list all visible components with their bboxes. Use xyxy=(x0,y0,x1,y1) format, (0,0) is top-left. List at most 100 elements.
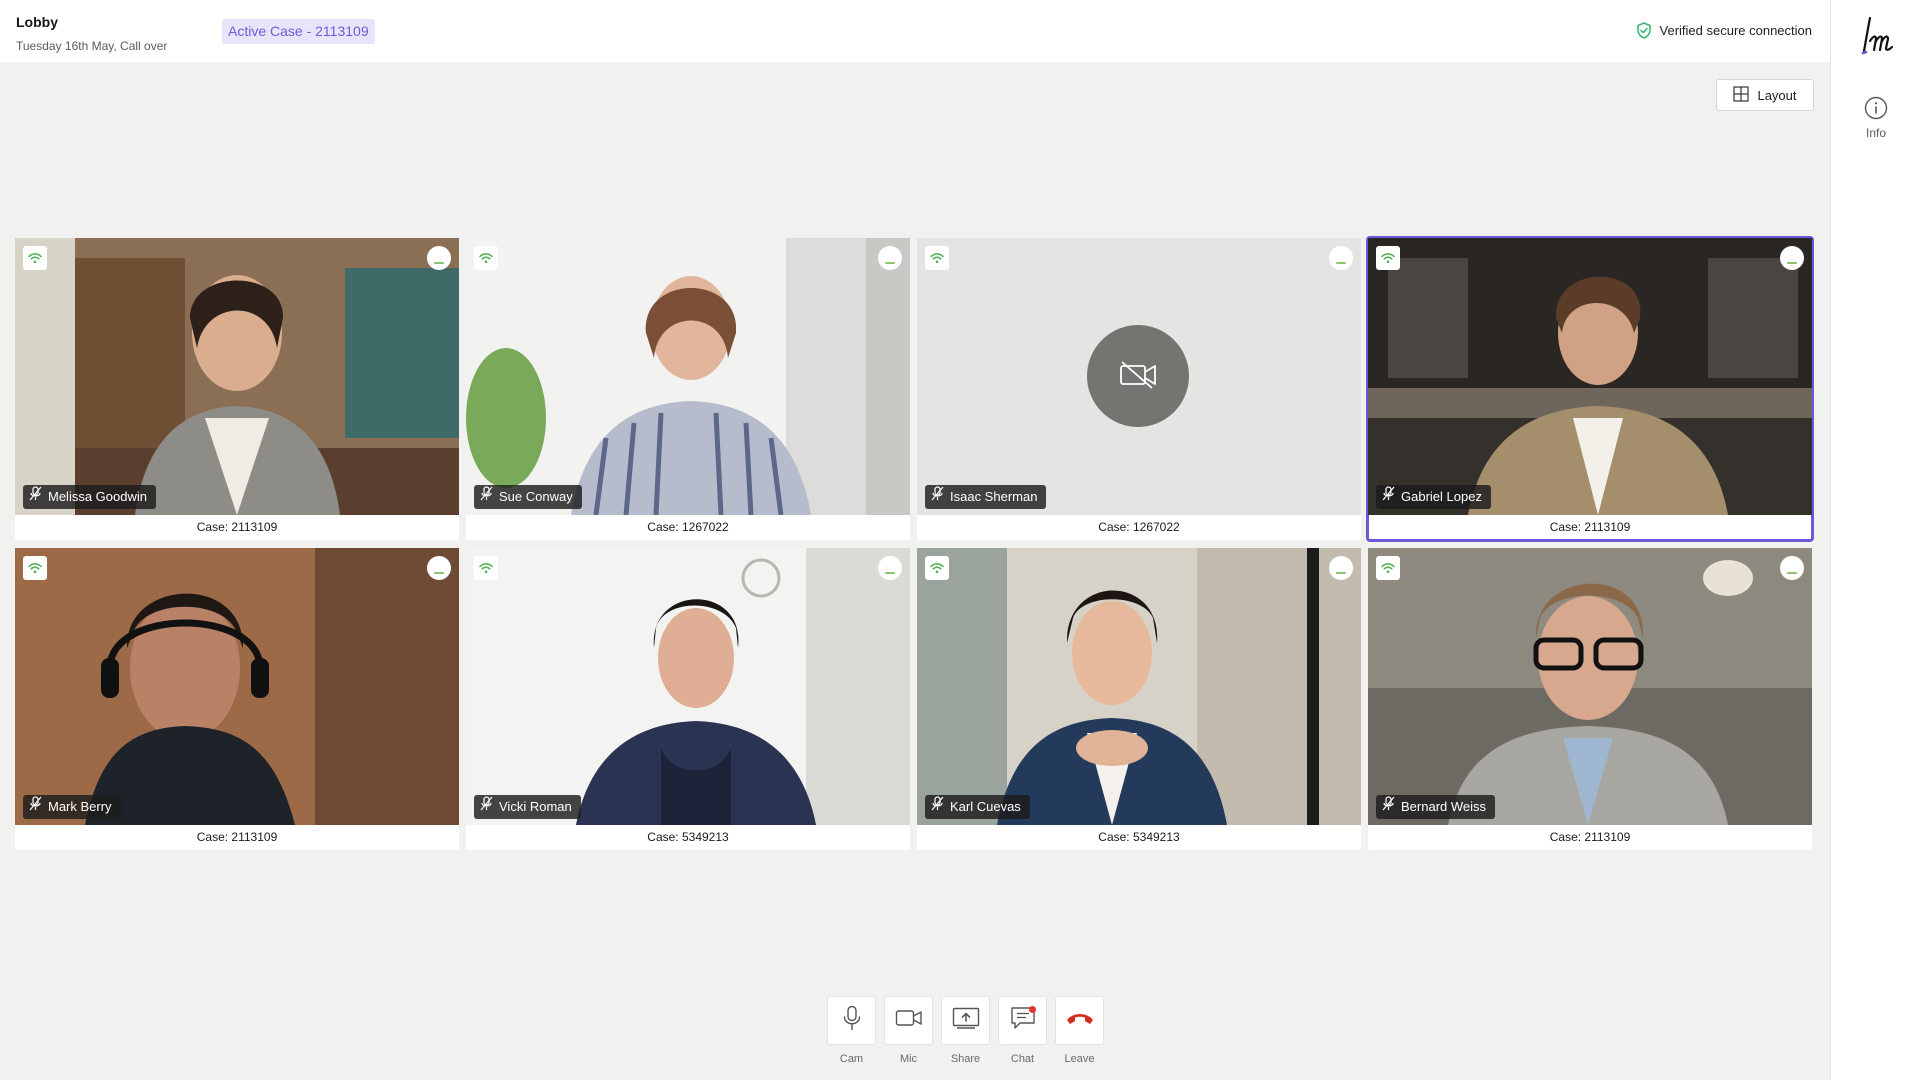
chat-label: Chat xyxy=(1010,1053,1035,1065)
video-camera-icon xyxy=(895,1008,923,1033)
participant-name-tag: Isaac Sherman xyxy=(925,485,1047,509)
wifi-signal-icon xyxy=(23,246,47,270)
participant-name-tag: Mark Berry xyxy=(23,795,121,819)
participant-tile[interactable]: Sue Conway Case: 1267022 xyxy=(466,238,910,540)
mic-off-icon xyxy=(29,485,42,509)
share-button[interactable]: Share xyxy=(941,996,990,1065)
participant-name-tag: Karl Cuevas xyxy=(925,795,1030,819)
right-rail: Info xyxy=(1830,0,1920,1080)
wifi-signal-icon xyxy=(925,556,949,580)
participant-video xyxy=(466,238,910,515)
participant-tile[interactable]: Karl Cuevas Case: 5349213 xyxy=(917,548,1361,850)
chat-button-box[interactable] xyxy=(998,996,1047,1045)
cam-button[interactable]: Cam xyxy=(827,996,876,1065)
page-subtitle: Tuesday 16th May, Call over xyxy=(16,39,168,53)
wifi-signal-icon xyxy=(1376,556,1400,580)
participant-status-icon xyxy=(1780,556,1804,580)
share-label: Share xyxy=(950,1053,981,1065)
participant-status-icon xyxy=(878,246,902,270)
mic-off-icon xyxy=(29,795,42,819)
participant-case: Case: 1267022 xyxy=(647,520,729,534)
participant-name: Sue Conway xyxy=(499,489,573,504)
participant-name: Mark Berry xyxy=(48,799,112,814)
cam-button-box[interactable] xyxy=(827,996,876,1045)
info-button[interactable]: Info xyxy=(1831,96,1920,140)
participant-name-tag: Sue Conway xyxy=(474,485,582,509)
info-label: Info xyxy=(1865,126,1886,140)
participant-video xyxy=(1368,548,1812,825)
participant-case: Case: 2113109 xyxy=(196,830,278,844)
participant-video xyxy=(1368,238,1812,515)
microphone-icon xyxy=(842,1005,862,1036)
layout-label: Layout xyxy=(1757,87,1797,103)
active-case-badge[interactable]: Active Case - 2113109 xyxy=(222,19,375,44)
mic-off-icon xyxy=(480,795,493,819)
participant-tile[interactable]: Mark Berry Case: 2113109 xyxy=(15,548,459,850)
page-title: Lobby xyxy=(16,14,58,30)
call-controls: Cam Mic Share Chat Leave xyxy=(827,996,1104,1065)
wifi-signal-icon xyxy=(1376,246,1400,270)
mic-off-icon xyxy=(931,485,944,509)
participant-name-tag: Melissa Goodwin xyxy=(23,485,156,509)
participant-video xyxy=(15,548,459,825)
leave-label: Leave xyxy=(1064,1053,1095,1065)
participant-case: Case: 2113109 xyxy=(1549,830,1631,844)
participant-name: Isaac Sherman xyxy=(950,489,1038,504)
participant-name-tag: Gabriel Lopez xyxy=(1376,485,1491,509)
participant-name-tag: Bernard Weiss xyxy=(1376,795,1496,819)
participant-status-icon xyxy=(427,246,451,270)
participant-tile[interactable]: Vicki Roman Case: 5349213 xyxy=(466,548,910,850)
mic-button-box[interactable] xyxy=(884,996,933,1045)
participant-status-icon xyxy=(1329,246,1353,270)
participant-case: Case: 5349213 xyxy=(647,830,729,844)
wifi-signal-icon xyxy=(474,246,498,270)
participant-name: Gabriel Lopez xyxy=(1401,489,1482,504)
participant-name-tag: Vicki Roman xyxy=(474,795,581,819)
participant-grid: Melissa Goodwin Case: 2113109 Sue Conway xyxy=(15,236,1814,850)
mic-off-icon xyxy=(1382,485,1395,509)
participant-tile[interactable]: Isaac Sherman Case: 1267022 xyxy=(917,238,1361,540)
participant-case: Case: 2113109 xyxy=(1549,520,1631,534)
mic-label: Mic xyxy=(899,1053,918,1065)
leave-button[interactable]: Leave xyxy=(1055,996,1104,1065)
participant-video xyxy=(917,548,1361,825)
participant-status-icon xyxy=(878,556,902,580)
participant-status-icon xyxy=(427,556,451,580)
participant-name: Karl Cuevas xyxy=(950,799,1021,814)
participant-case: Case: 5349213 xyxy=(1098,830,1180,844)
share-screen-icon xyxy=(952,1007,980,1034)
participant-video xyxy=(15,238,459,515)
participant-tile[interactable]: Melissa Goodwin Case: 2113109 xyxy=(15,238,459,540)
participant-case: Case: 2113109 xyxy=(196,520,278,534)
wifi-signal-icon xyxy=(23,556,47,580)
share-button-box[interactable] xyxy=(941,996,990,1045)
layout-button[interactable]: Layout xyxy=(1716,79,1814,111)
secure-connection-status: Verified secure connection xyxy=(1636,22,1812,39)
participant-tile[interactable]: Bernard Weiss Case: 2113109 xyxy=(1368,548,1812,850)
shield-check-icon xyxy=(1636,22,1652,39)
participant-video xyxy=(466,548,910,825)
info-icon xyxy=(1831,96,1920,120)
wifi-signal-icon xyxy=(474,556,498,580)
grid-layout-icon xyxy=(1733,85,1750,105)
participant-name: Bernard Weiss xyxy=(1401,799,1487,814)
mic-button[interactable]: Mic xyxy=(884,996,933,1065)
leave-button-box[interactable] xyxy=(1055,996,1104,1045)
participant-tile-selected[interactable]: Gabriel Lopez Case: 2113109 xyxy=(1366,236,1814,542)
secure-connection-label: Verified secure connection xyxy=(1659,23,1812,38)
chat-button[interactable]: Chat xyxy=(998,996,1047,1065)
participant-status-icon xyxy=(1329,556,1353,580)
unread-badge xyxy=(1029,1006,1036,1013)
camera-off-icon xyxy=(1118,359,1158,394)
mic-off-icon xyxy=(1382,795,1395,819)
cam-label: Cam xyxy=(839,1053,864,1065)
participant-case: Case: 1267022 xyxy=(1098,520,1180,534)
top-bar: Lobby Tuesday 16th May, Call over Active… xyxy=(0,0,1830,62)
wifi-signal-icon xyxy=(925,246,949,270)
app-logo xyxy=(1861,14,1901,56)
camera-off-indicator xyxy=(1087,325,1189,427)
participant-video xyxy=(917,238,1361,515)
mic-off-icon xyxy=(931,795,944,819)
participant-status-icon xyxy=(1780,246,1804,270)
hang-up-icon xyxy=(1065,1010,1095,1031)
